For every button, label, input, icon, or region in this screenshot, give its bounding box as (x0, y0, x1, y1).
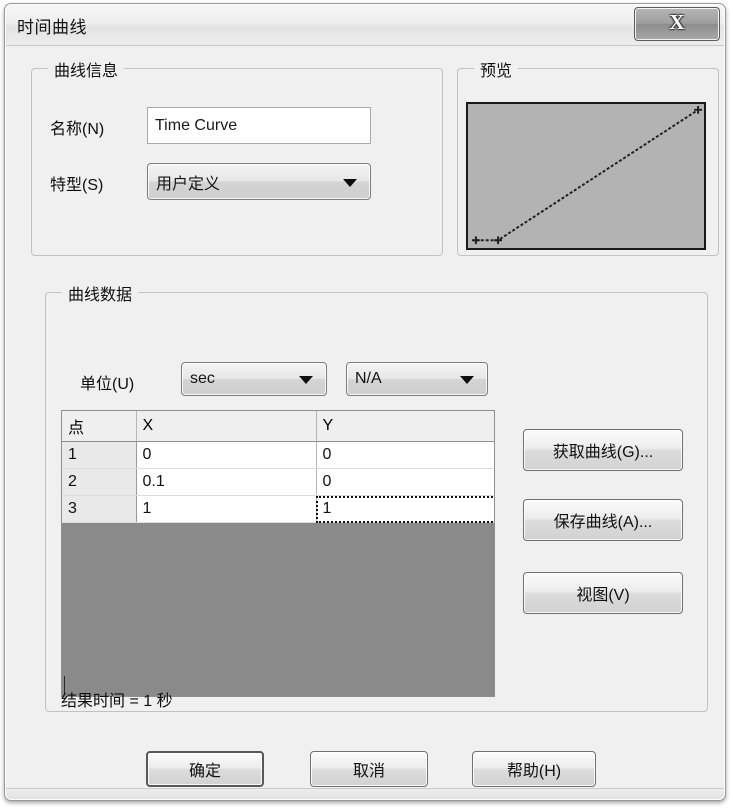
help-button[interactable]: 帮助(H) (472, 751, 596, 787)
point-cell[interactable]: 3 (62, 495, 137, 523)
preview-legend: 预览 (474, 57, 519, 81)
x-cell[interactable]: 0.1 (136, 468, 317, 496)
type-label: 特型(S) (50, 177, 104, 194)
curve-data-legend: 曲线数据 (62, 281, 139, 305)
table-row[interactable]: 2 0.1 0 (62, 468, 494, 496)
chevron-down-icon (343, 178, 357, 187)
get-curve-button[interactable]: 获取曲线(G)... (523, 429, 683, 471)
save-curve-button[interactable]: 保存曲线(A)... (523, 499, 683, 541)
type-dropdown-value: 用户定义 (156, 175, 221, 193)
y-cell[interactable]: 0 (316, 468, 494, 496)
y-cell[interactable]: 0 (316, 441, 494, 469)
table-header-row: 点 X Y (62, 411, 494, 442)
unit-secondary-dropdown-value: N/A (355, 370, 382, 387)
title-bar: 时间曲线 X (6, 5, 724, 46)
close-x-icon: X (669, 10, 685, 34)
footer-divider (6, 788, 724, 799)
ok-button[interactable]: 确定 (146, 751, 264, 787)
column-header-x: X (136, 411, 317, 442)
unit-dropdown-value: sec (190, 370, 215, 387)
result-time-text: 结果时间 = 1 秒 (61, 693, 173, 710)
point-cell[interactable]: 1 (62, 441, 137, 469)
curve-preview-plot (471, 105, 703, 245)
close-button[interactable]: X (634, 7, 720, 41)
table-row[interactable]: 311 (62, 495, 494, 523)
table-body: 1 0 0 2 0.1 0 3 1 1 (62, 441, 494, 523)
table-row[interactable]: 100 (62, 441, 494, 469)
curve-info-group: 曲线信息 (31, 57, 443, 256)
name-label: 名称(N) (50, 121, 105, 138)
y-cell[interactable]: 1 (316, 495, 494, 523)
cancel-button[interactable]: 取消 (310, 751, 428, 787)
unit-secondary-dropdown[interactable]: N/A (346, 362, 488, 396)
unit-dropdown[interactable]: sec (181, 362, 327, 396)
background-clipped-text (0, 804, 733, 812)
chevron-down-icon (460, 376, 474, 384)
curve-info-legend: 曲线信息 (48, 57, 125, 81)
curve-data-table-wrapper[interactable]: 点 X Y 1 0 0 2 0.1 0 3 1 1 (61, 410, 495, 697)
dialog-window: 时间曲线 X 曲线信息 名称(N) Time Curve 特型(S) 用户定义 … (4, 3, 726, 801)
window-title: 时间曲线 (17, 18, 87, 37)
type-dropdown[interactable]: 用户定义 (147, 163, 371, 200)
x-cell[interactable]: 1 (136, 495, 317, 523)
unit-label: 单位(U) (80, 376, 135, 393)
point-cell[interactable]: 2 (62, 468, 137, 496)
chevron-down-icon (299, 376, 313, 384)
view-button[interactable]: 视图(V) (523, 572, 683, 614)
curve-data-table: 点 X Y 1 0 0 2 0.1 0 3 1 1 (62, 411, 494, 523)
name-input[interactable]: Time Curve (147, 107, 371, 144)
column-header-y: Y (316, 411, 494, 442)
column-header-point: 点 (62, 411, 137, 442)
curve-preview (466, 102, 706, 250)
x-cell[interactable]: 0 (136, 441, 317, 469)
